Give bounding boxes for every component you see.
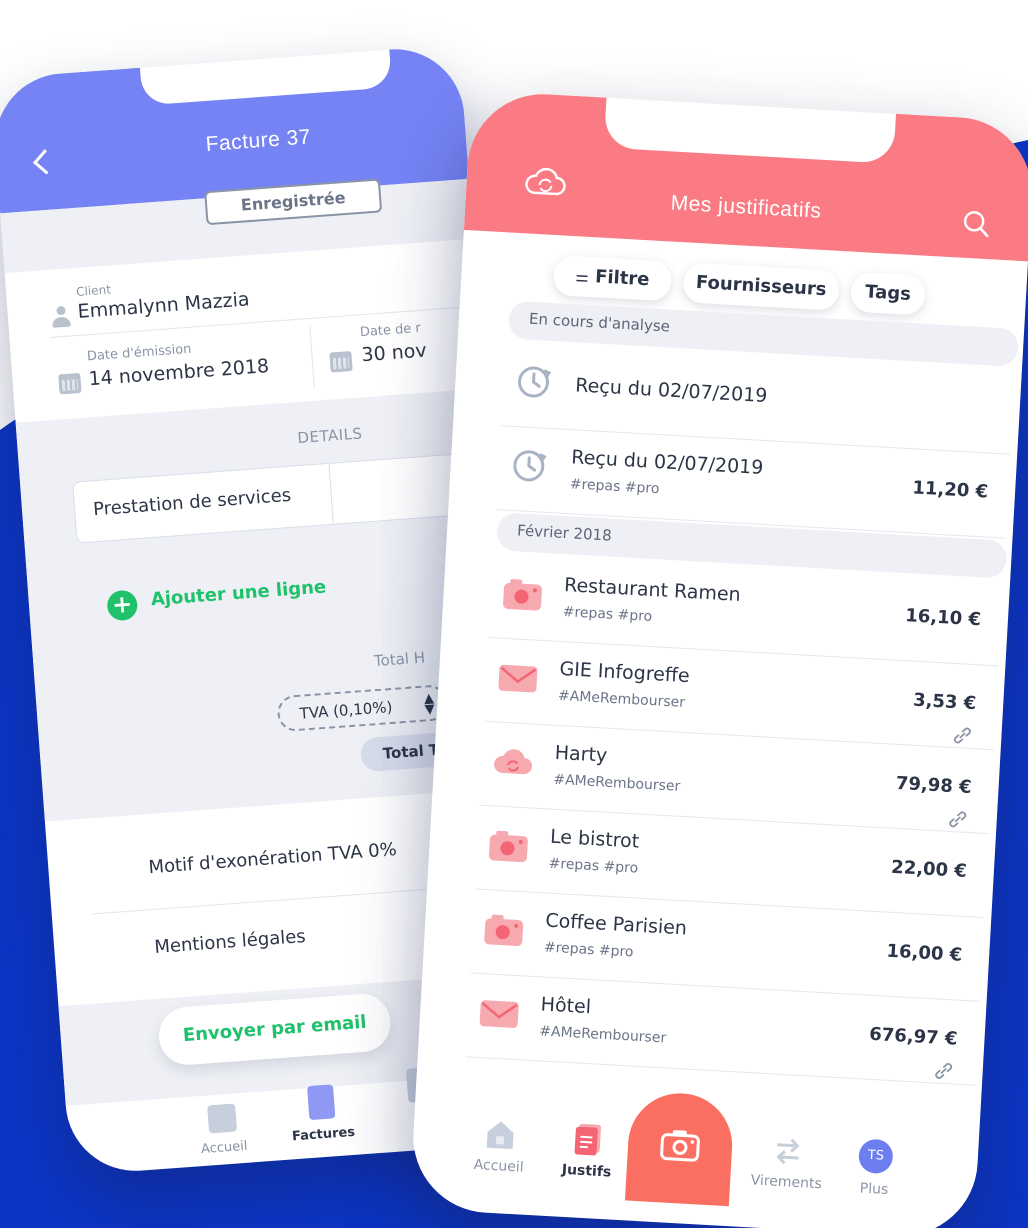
item-amount: 676,97 € — [868, 1023, 959, 1050]
item-amount: 3,53 € — [912, 689, 977, 715]
item-name: Hôtel — [540, 993, 592, 1019]
tva-value: TVA (0,10%) — [299, 697, 393, 723]
invoice-icon — [306, 1084, 336, 1121]
item-tags: #AMeRembourser — [557, 687, 686, 711]
tab-plus[interactable]: TS Plus — [829, 1137, 922, 1200]
tab-label: Plus — [859, 1180, 889, 1199]
filter-icon: ⚌ — [574, 267, 590, 286]
search-icon[interactable] — [962, 210, 989, 238]
home-icon — [486, 1121, 514, 1150]
calendar-icon — [329, 350, 353, 373]
tab-factures[interactable]: Factures — [275, 1082, 369, 1145]
avatar: TS — [857, 1138, 894, 1175]
client-label: Client — [75, 282, 112, 299]
clock-icon — [518, 366, 552, 398]
tab-label: Justifs — [561, 1161, 612, 1181]
item-amount: 16,00 € — [885, 940, 963, 966]
item-name: Restaurant Ramen — [563, 574, 742, 606]
tags-chip[interactable]: Tags — [849, 271, 927, 316]
camera-icon — [503, 579, 542, 611]
person-icon — [51, 305, 71, 329]
link-icon — [935, 1063, 953, 1079]
item-tags: #repas #pro — [548, 855, 639, 877]
calendar-icon — [58, 372, 82, 395]
justifs-phone: Mes justificatifs ⚌ Filtre Fournisseurs … — [409, 90, 1028, 1228]
item-name: Coffee Parisien — [544, 909, 688, 940]
tab-label: Factures — [291, 1124, 356, 1145]
tab-accueil[interactable]: Accueil — [176, 1101, 269, 1158]
item-name: Reçu du 02/07/2019 — [574, 374, 768, 408]
item-name: GIE Infogreffe — [558, 657, 691, 688]
item-amount: 22,00 € — [890, 856, 968, 882]
suppliers-chip[interactable]: Fournisseurs — [682, 262, 841, 311]
due-date-field[interactable]: 30 nov — [361, 339, 428, 366]
cloud-sync-icon — [494, 749, 533, 775]
tab-label: Virements — [750, 1172, 823, 1193]
item-tags: #repas #pro — [562, 604, 653, 625]
cloud-sync-icon[interactable] — [524, 165, 568, 197]
transfer-icon — [776, 1138, 800, 1165]
line-item-description: Prestation de services — [92, 484, 292, 521]
tab-label: Accueil — [473, 1156, 525, 1176]
tab-justifs[interactable]: Justifs — [541, 1121, 634, 1182]
item-tags: #AMeRembourser — [552, 771, 681, 795]
item-amount: 16,10 € — [904, 605, 982, 631]
tab-accueil[interactable]: Accueil — [453, 1116, 546, 1177]
link-icon — [954, 727, 971, 744]
link-icon — [949, 811, 967, 828]
mail-icon — [498, 664, 538, 693]
filter-chip[interactable]: ⚌ Filtre — [552, 254, 673, 302]
divider — [309, 325, 315, 388]
due-date-label: Date de r — [359, 320, 422, 341]
chip-label: Tags — [864, 281, 912, 305]
camera-icon — [484, 914, 524, 946]
item-tags: #repas #pro — [569, 476, 660, 498]
tab-bar: Accueil Justifs Virements TS Plus — [409, 1114, 978, 1228]
item-name: Le bistrot — [549, 825, 640, 853]
item-name: Harty — [554, 741, 608, 767]
home-icon — [207, 1103, 238, 1134]
mail-icon — [479, 1000, 519, 1028]
camera-icon — [489, 830, 528, 863]
sort-icon: ▲ ▼ — [423, 690, 436, 718]
tab-virements[interactable]: Virements — [741, 1132, 834, 1193]
chip-label: Fournisseurs — [695, 271, 828, 301]
chip-label: Filtre — [594, 266, 651, 291]
tab-label: Accueil — [200, 1138, 248, 1158]
exemption-field[interactable]: Motif d'exonération TVA 0% — [148, 839, 398, 878]
item-amount: 79,98 € — [895, 772, 973, 799]
clock-icon — [513, 450, 547, 482]
item-amount: 11,20 € — [911, 477, 989, 503]
item-tags: #AMeRembourser — [538, 1023, 667, 1047]
document-icon — [574, 1123, 601, 1156]
item-name: Reçu du 02/07/2019 — [570, 446, 764, 479]
divider — [328, 463, 334, 524]
legal-field[interactable]: Mentions légales — [154, 926, 307, 958]
total-ht-label: Total H — [373, 648, 426, 671]
item-tags: #repas #pro — [543, 939, 634, 961]
